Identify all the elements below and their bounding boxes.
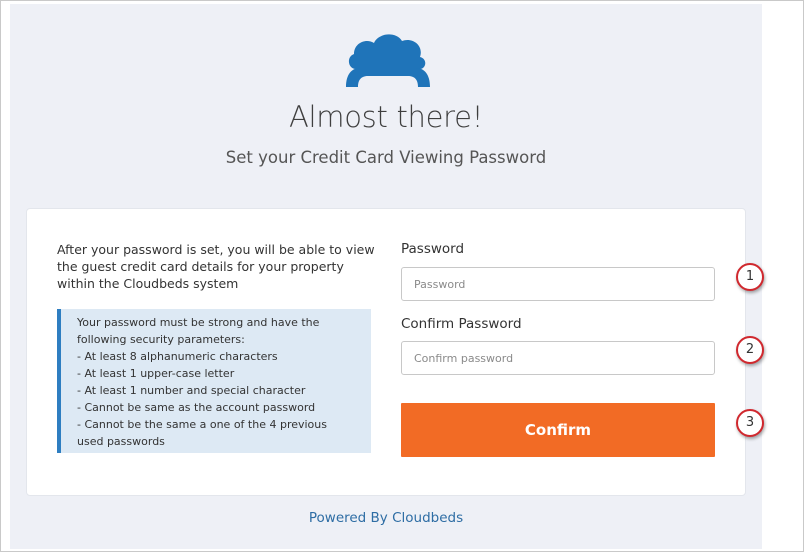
intro-text: After your password is set, you will be …: [57, 242, 375, 291]
password-label: Password: [401, 241, 465, 257]
requirement-line: used passwords: [77, 435, 165, 448]
confirm-button[interactable]: Confirm: [401, 403, 715, 457]
password-input[interactable]: [401, 267, 715, 301]
callout-badge-3: 3: [736, 409, 764, 437]
requirement-line: following security parameters:: [77, 333, 245, 346]
password-card: After your password is set, you will be …: [26, 208, 746, 496]
requirement-line: - At least 1 upper-case letter: [77, 367, 235, 380]
requirement-line: Your password must be strong and have th…: [77, 316, 320, 329]
password-requirements-note: Your password must be strong and have th…: [57, 309, 371, 453]
requirement-line: - At least 1 number and special characte…: [77, 384, 306, 397]
confirm-password-input[interactable]: [401, 341, 715, 375]
page-title: Almost there!: [288, 100, 484, 134]
requirement-line: - At least 8 alphanumeric characters: [77, 350, 278, 363]
requirement-line: - Cannot be the same a one of the 4 prev…: [77, 418, 327, 431]
page-subtitle: Set your Credit Card Viewing Password: [225, 148, 547, 167]
callout-badge-2: 2: [736, 336, 764, 364]
confirm-password-label: Confirm Password: [401, 316, 522, 332]
callout-badge-1: 1: [736, 263, 764, 291]
page-background: Almost there! Set your Credit Card Viewi…: [10, 4, 762, 549]
powered-by-link[interactable]: Powered By Cloudbeds: [10, 510, 762, 526]
screenshot-frame: Almost there! Set your Credit Card Viewi…: [0, 0, 804, 552]
cloudbeds-logo-icon: [346, 34, 430, 87]
requirement-line: - Cannot be same as the account password: [77, 401, 316, 414]
